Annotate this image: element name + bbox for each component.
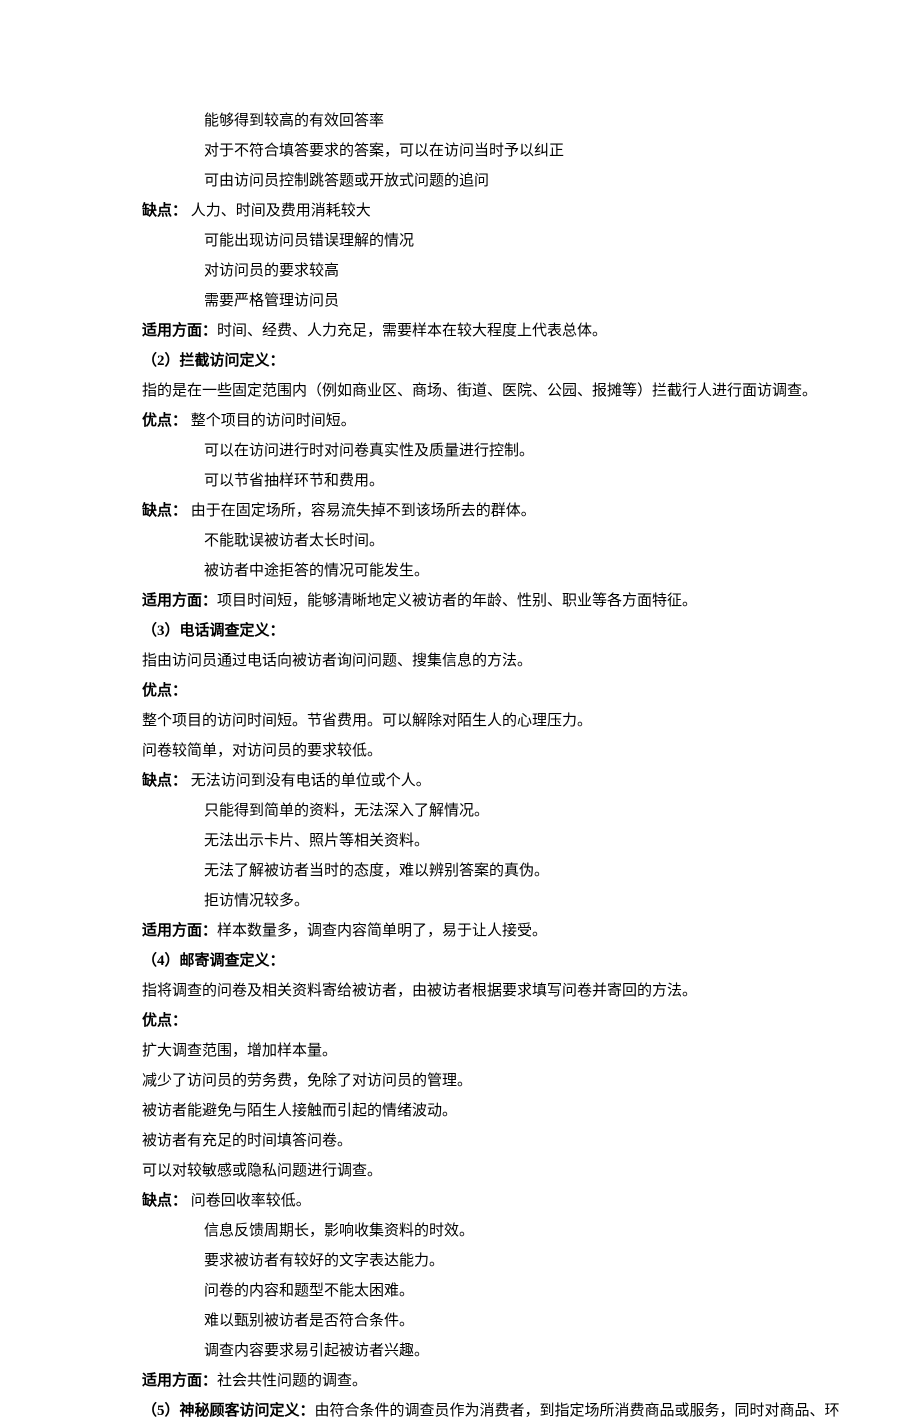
text-line: 可由访问员控制跳答题或开放式问题的追问: [142, 166, 790, 196]
text-line: 调查内容要求易引起被访者兴趣。: [142, 1336, 790, 1366]
label-bold: 缺点：: [142, 773, 187, 789]
text-line: 对访问员的要求较高: [142, 256, 790, 286]
text-span: 可能出现访问员错误理解的情况: [204, 233, 414, 249]
text-span: 样本数量多，调查内容简单明了，易于让人接受。: [217, 923, 547, 939]
text-line: 要求被访者有较好的文字表达能力。: [142, 1246, 790, 1276]
text-line: 能够得到较高的有效回答率: [142, 106, 790, 136]
text-span: 无法了解被访者当时的态度，难以辨别答案的真伪。: [204, 863, 549, 879]
text-line: 需要严格管理访问员: [142, 286, 790, 316]
text-span: 社会共性问题的调查。: [217, 1373, 367, 1389]
label-bold: （3）电话调查定义：: [142, 623, 285, 639]
text-span: 人力、时间及费用消耗较大: [187, 203, 371, 219]
label-bold: 优点：: [142, 1013, 187, 1029]
text-span: 可以节省抽样环节和费用。: [204, 473, 384, 489]
text-line: 扩大调查范围，增加样本量。: [142, 1036, 790, 1066]
text-line: 缺点： 由于在固定场所，容易流失掉不到该场所去的群体。: [142, 496, 790, 526]
label-bold: 优点：: [142, 683, 187, 699]
text-span: 项目时间短，能够清晰地定义被访者的年龄、性别、职业等各方面特征。: [217, 593, 697, 609]
text-line: 适用方面：时间、经费、人力充足，需要样本在较大程度上代表总体。: [142, 316, 790, 346]
text-span: 可由访问员控制跳答题或开放式问题的追问: [204, 173, 489, 189]
text-span: 对于不符合填答要求的答案，可以在访问当时予以纠正: [204, 143, 564, 159]
text-span: 难以甄别被访者是否符合条件。: [204, 1313, 414, 1329]
text-line: 不能耽误被访者太长时间。: [142, 526, 790, 556]
text-line: 减少了访问员的劳务费，免除了对访问员的管理。: [142, 1066, 790, 1096]
text-line: 可以在访问进行时对问卷真实性及质量进行控制。: [142, 436, 790, 466]
text-line: （4）邮寄调查定义：: [142, 946, 790, 976]
text-span: 调查内容要求易引起被访者兴趣。: [204, 1343, 429, 1359]
text-span: 不能耽误被访者太长时间。: [204, 533, 384, 549]
text-line: （2）拦截访问定义：: [142, 346, 790, 376]
text-line: 被访者中途拒答的情况可能发生。: [142, 556, 790, 586]
text-line: 对于不符合填答要求的答案，可以在访问当时予以纠正: [142, 136, 790, 166]
text-line: （5）神秘顾客访问定义：由符合条件的调查员作为消费者，到指定场所消费商品或服务，…: [142, 1396, 790, 1426]
text-span: 问卷较简单，对访问员的要求较低。: [142, 743, 382, 759]
text-line: 指将调查的问卷及相关资料寄给被访者，由被访者根据要求填写问卷并寄回的方法。: [142, 976, 790, 1006]
text-span: 问卷的内容和题型不能太困难。: [204, 1283, 414, 1299]
text-span: 由符合条件的调查员作为消费者，到指定场所消费商品或服务，同时对商品、环: [315, 1403, 840, 1419]
label-bold: 适用方面：: [142, 593, 217, 609]
text-line: 信息反馈周期长，影响收集资料的时效。: [142, 1216, 790, 1246]
text-span: 只能得到简单的资料，无法深入了解情况。: [204, 803, 489, 819]
label-bold: 适用方面：: [142, 323, 217, 339]
label-bold: （5）神秘顾客访问定义：: [142, 1403, 315, 1419]
text-line: 被访者能避免与陌生人接触而引起的情绪波动。: [142, 1096, 790, 1126]
label-bold: （2）拦截访问定义：: [142, 353, 285, 369]
label-bold: （4）邮寄调查定义：: [142, 953, 285, 969]
text-line: 整个项目的访问时间短。节省费用。可以解除对陌生人的心理压力。: [142, 706, 790, 736]
text-line: 缺点： 人力、时间及费用消耗较大: [142, 196, 790, 226]
text-line: 优点：: [142, 1006, 790, 1036]
text-line: 缺点： 无法访问到没有电话的单位或个人。: [142, 766, 790, 796]
label-bold: 优点：: [142, 413, 187, 429]
text-span: 对访问员的要求较高: [204, 263, 339, 279]
text-line: 难以甄别被访者是否符合条件。: [142, 1306, 790, 1336]
text-span: 被访者有充足的时间填答问卷。: [142, 1133, 352, 1149]
label-bold: 缺点：: [142, 1193, 187, 1209]
label-bold: 适用方面：: [142, 923, 217, 939]
text-line: 适用方面：项目时间短，能够清晰地定义被访者的年龄、性别、职业等各方面特征。: [142, 586, 790, 616]
text-line: 适用方面：样本数量多，调查内容简单明了，易于让人接受。: [142, 916, 790, 946]
text-span: 被访者中途拒答的情况可能发生。: [204, 563, 429, 579]
text-span: 由于在固定场所，容易流失掉不到该场所去的群体。: [187, 503, 536, 519]
text-line: 问卷较简单，对访问员的要求较低。: [142, 736, 790, 766]
text-line: 可以节省抽样环节和费用。: [142, 466, 790, 496]
text-span: 需要严格管理访问员: [204, 293, 339, 309]
text-line: 可能出现访问员错误理解的情况: [142, 226, 790, 256]
text-span: 无法出示卡片、照片等相关资料。: [204, 833, 429, 849]
text-span: 要求被访者有较好的文字表达能力。: [204, 1253, 444, 1269]
text-line: （3）电话调查定义：: [142, 616, 790, 646]
text-line: 指由访问员通过电话向被访者询问问题、搜集信息的方法。: [142, 646, 790, 676]
label-bold: 适用方面：: [142, 1373, 217, 1389]
text-span: 指的是在一些固定范围内（例如商业区、商场、街道、医院、公园、报摊等）拦截行人进行…: [142, 383, 817, 399]
label-bold: 缺点：: [142, 503, 187, 519]
text-line: 被访者有充足的时间填答问卷。: [142, 1126, 790, 1156]
text-span: 指将调查的问卷及相关资料寄给被访者，由被访者根据要求填写问卷并寄回的方法。: [142, 983, 697, 999]
text-line: 优点： 整个项目的访问时间短。: [142, 406, 790, 436]
text-span: 问卷回收率较低。: [187, 1193, 311, 1209]
text-line: 缺点： 问卷回收率较低。: [142, 1186, 790, 1216]
text-line: 可以对较敏感或隐私问题进行调查。: [142, 1156, 790, 1186]
text-line: 拒访情况较多。: [142, 886, 790, 916]
text-span: 信息反馈周期长，影响收集资料的时效。: [204, 1223, 474, 1239]
document-body: 能够得到较高的有效回答率对于不符合填答要求的答案，可以在访问当时予以纠正可由访问…: [142, 106, 790, 1426]
text-span: 整个项目的访问时间短。: [187, 413, 356, 429]
text-line: 只能得到简单的资料，无法深入了解情况。: [142, 796, 790, 826]
text-span: 减少了访问员的劳务费，免除了对访问员的管理。: [142, 1073, 472, 1089]
text-span: 可以在访问进行时对问卷真实性及质量进行控制。: [204, 443, 534, 459]
text-line: 适用方面：社会共性问题的调查。: [142, 1366, 790, 1396]
text-span: 扩大调查范围，增加样本量。: [142, 1043, 337, 1059]
text-line: 指的是在一些固定范围内（例如商业区、商场、街道、医院、公园、报摊等）拦截行人进行…: [142, 376, 790, 406]
text-span: 可以对较敏感或隐私问题进行调查。: [142, 1163, 382, 1179]
text-line: 无法了解被访者当时的态度，难以辨别答案的真伪。: [142, 856, 790, 886]
text-span: 指由访问员通过电话向被访者询问问题、搜集信息的方法。: [142, 653, 532, 669]
text-line: 无法出示卡片、照片等相关资料。: [142, 826, 790, 856]
text-span: 能够得到较高的有效回答率: [204, 113, 384, 129]
text-span: 被访者能避免与陌生人接触而引起的情绪波动。: [142, 1103, 457, 1119]
text-line: 优点：: [142, 676, 790, 706]
text-span: 拒访情况较多。: [204, 893, 309, 909]
text-span: 时间、经费、人力充足，需要样本在较大程度上代表总体。: [217, 323, 607, 339]
text-span: 无法访问到没有电话的单位或个人。: [187, 773, 431, 789]
text-span: 整个项目的访问时间短。节省费用。可以解除对陌生人的心理压力。: [142, 713, 592, 729]
label-bold: 缺点：: [142, 203, 187, 219]
